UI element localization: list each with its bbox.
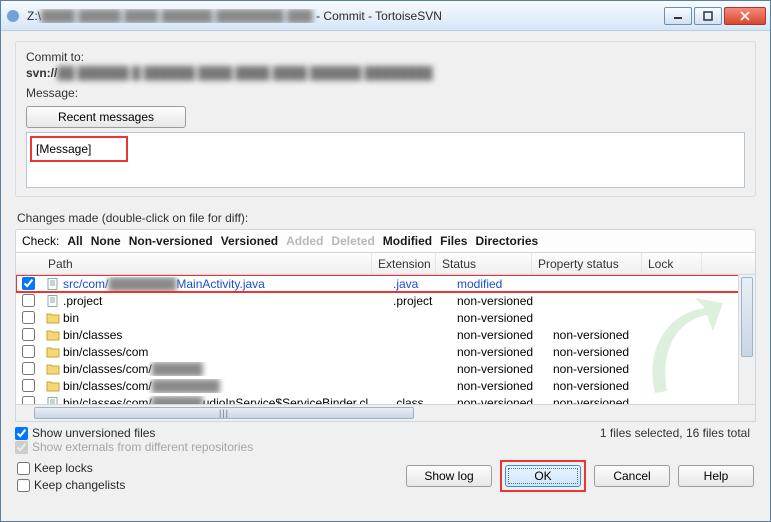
ok-button[interactable]: OK (505, 465, 581, 487)
filter-modified[interactable]: Modified (383, 234, 432, 248)
changes-label: Changes made (double-click on file for d… (17, 211, 756, 225)
commit-target-group: Commit to: svn://██ ██████ █ ██████ ████… (15, 41, 756, 197)
filter-bar: Check: All None Non-versioned Versioned … (15, 229, 756, 252)
table-row[interactable]: bin/classes/com/██████ non-versionednon-v… (16, 360, 755, 377)
row-path: src/com/████████MainActivity.java (39, 277, 387, 291)
file-icon (45, 294, 61, 308)
row-status: non-versioned (451, 396, 547, 405)
folder-icon (45, 345, 61, 359)
col-property-status[interactable]: Property status (532, 253, 642, 274)
row-checkbox[interactable] (22, 294, 35, 307)
vertical-scrollbar[interactable] (738, 275, 755, 404)
folder-icon (45, 328, 61, 342)
show-externals-checkbox: Show externals from different repositori… (15, 440, 253, 454)
row-status: non-versioned (451, 328, 547, 342)
row-status: modified (451, 277, 547, 291)
row-checkbox[interactable] (22, 345, 35, 358)
recent-messages-button[interactable]: Recent messages (26, 106, 186, 128)
titlebar[interactable]: Z:\████ █████ ████ ██████ ████████ ███ -… (1, 1, 770, 31)
row-path: .project (39, 294, 387, 308)
filter-versioned[interactable]: Versioned (221, 234, 278, 248)
file-icon (45, 396, 61, 405)
table-row[interactable]: bin/classes/com/██████udioInService$Serv… (16, 394, 755, 404)
keep-locks-checkbox[interactable]: Keep locks (17, 461, 125, 475)
table-row[interactable]: bin non-versioned (16, 309, 755, 326)
close-button[interactable] (724, 7, 766, 25)
row-path: bin/classes/com/██████ (39, 362, 387, 376)
keep-changelists-checkbox[interactable]: Keep changelists (17, 478, 125, 492)
row-checkbox[interactable] (22, 311, 35, 324)
filter-deleted[interactable]: Deleted (331, 234, 374, 248)
row-checkbox[interactable] (22, 379, 35, 392)
filter-all[interactable]: All (67, 234, 82, 248)
row-path: bin/classes/com/██████udioInService$Serv… (39, 396, 387, 405)
row-status: non-versioned (451, 294, 547, 308)
folder-icon (45, 379, 61, 393)
message-label: Message: (26, 86, 745, 100)
show-unversioned-checkbox[interactable]: Show unversioned files (15, 426, 253, 440)
table-row[interactable]: bin/classes/com/████████ non-versionednon… (16, 377, 755, 394)
filter-added[interactable]: Added (286, 234, 323, 248)
row-extension: .project (387, 294, 451, 308)
commit-message-field[interactable]: [Message] (26, 132, 745, 188)
filter-none[interactable]: None (91, 234, 121, 248)
col-status[interactable]: Status (436, 253, 532, 274)
commit-dialog: Z:\████ █████ ████ ██████ ████████ ███ -… (0, 0, 771, 522)
row-status: non-versioned (451, 345, 547, 359)
col-extension[interactable]: Extension (372, 253, 436, 274)
commit-message-text[interactable]: [Message] (30, 136, 128, 162)
row-path: bin/classes/com (39, 345, 387, 359)
row-property-status: non-versioned (547, 396, 657, 405)
row-property-status: non-versioned (547, 379, 657, 393)
help-button[interactable]: Help (678, 465, 754, 487)
commit-to-label: Commit to: (26, 50, 745, 64)
file-icon (45, 277, 61, 291)
folder-icon (45, 362, 61, 376)
table-row[interactable]: src/com/████████MainActivity.java.javamo… (16, 275, 755, 292)
minimize-button[interactable] (664, 7, 692, 25)
row-property-status: non-versioned (547, 362, 657, 376)
show-log-button[interactable]: Show log (406, 465, 492, 487)
row-property-status: non-versioned (547, 328, 657, 342)
row-checkbox[interactable] (22, 328, 35, 341)
row-extension: .java (387, 277, 451, 291)
filter-nonversioned[interactable]: Non-versioned (129, 234, 213, 248)
row-path: bin (39, 311, 387, 325)
horizontal-scrollbar[interactable]: ||| (16, 404, 755, 421)
selection-status: 1 files selected, 16 files total (600, 426, 756, 440)
col-lock[interactable]: Lock (642, 253, 702, 274)
filter-files[interactable]: Files (440, 234, 467, 248)
row-checkbox[interactable] (22, 396, 35, 404)
col-path[interactable]: Path (42, 253, 372, 274)
filter-directories[interactable]: Directories (475, 234, 538, 248)
row-property-status: non-versioned (547, 345, 657, 359)
row-path: bin/classes/com/████████ (39, 379, 387, 393)
cancel-button[interactable]: Cancel (594, 465, 670, 487)
row-path: bin/classes (39, 328, 387, 342)
column-headers[interactable]: Path Extension Status Property status Lo… (16, 253, 755, 275)
row-status: non-versioned (451, 311, 547, 325)
row-extension: .class (387, 396, 451, 405)
maximize-button[interactable] (694, 7, 722, 25)
table-row[interactable]: bin/classes/com non-versionednon-versione… (16, 343, 755, 360)
table-row[interactable]: .project.projectnon-versioned (16, 292, 755, 309)
row-status: non-versioned (451, 379, 547, 393)
table-row[interactable]: bin/classes non-versionednon-versioned (16, 326, 755, 343)
row-checkbox[interactable] (22, 277, 35, 290)
app-icon (5, 8, 21, 24)
changes-list[interactable]: Path Extension Status Property status Lo… (15, 252, 756, 422)
row-status: non-versioned (451, 362, 547, 376)
row-checkbox[interactable] (22, 362, 35, 375)
folder-icon (45, 311, 61, 325)
check-label: Check: (22, 234, 59, 248)
commit-url: svn://██ ██████ █ ██████ ████ ████ ████ … (26, 66, 745, 80)
window-title: Z:\████ █████ ████ ██████ ████████ ███ -… (27, 9, 662, 23)
